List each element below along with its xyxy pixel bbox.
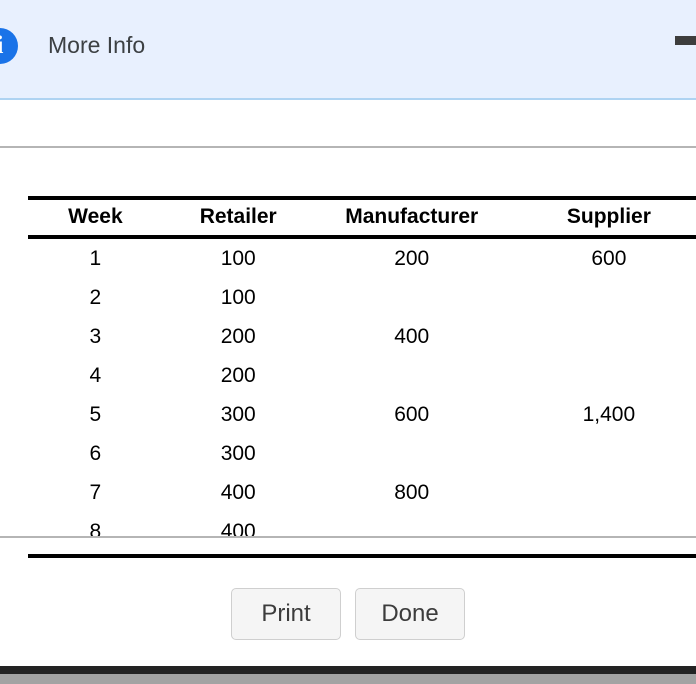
table-row: 4 200 bbox=[28, 356, 696, 395]
table-header-row: Week Retailer Manufacturer Supplier bbox=[28, 196, 696, 239]
cell-week: 8 bbox=[28, 512, 163, 558]
column-header-week: Week bbox=[28, 196, 163, 239]
cell-supplier: 1,400 bbox=[582, 403, 636, 426]
minimize-button[interactable] bbox=[675, 36, 696, 45]
cell-retailer: 400 bbox=[162, 512, 314, 558]
cell-supplier bbox=[510, 434, 696, 473]
table-row: 5 300 600 1,400 bbox=[28, 395, 696, 434]
table-row: 1 100 200 600 bbox=[28, 237, 696, 278]
cell-week: 6 bbox=[89, 442, 102, 465]
more-info-header: i More Info bbox=[0, 0, 696, 100]
done-button[interactable]: Done bbox=[355, 588, 465, 640]
cell-manufacturer bbox=[314, 434, 510, 473]
cell-manufacturer bbox=[314, 356, 510, 395]
cell-retailer: 100 bbox=[220, 247, 256, 270]
table-row: 7 400 800 bbox=[28, 473, 696, 512]
cell-supplier bbox=[510, 278, 696, 317]
window-bottom-bar bbox=[0, 666, 696, 674]
cell-supplier bbox=[510, 356, 696, 395]
cell-manufacturer: 800 bbox=[394, 481, 430, 504]
info-icon-glyph: i bbox=[0, 28, 18, 64]
column-header-supplier: Supplier bbox=[509, 196, 696, 239]
content-bottom-divider bbox=[0, 536, 696, 538]
cell-retailer: 300 bbox=[220, 403, 256, 426]
info-circle-icon: i bbox=[0, 28, 18, 64]
desktop-background-strip bbox=[0, 674, 696, 684]
column-header-manufacturer: Manufacturer bbox=[313, 196, 510, 239]
cell-week: 2 bbox=[89, 286, 102, 309]
cell-supplier bbox=[510, 317, 696, 356]
cell-retailer: 400 bbox=[220, 481, 256, 504]
order-quantity-table: Week Retailer Manufacturer Supplier 1 100… bbox=[28, 196, 696, 558]
cell-week: 1 bbox=[89, 247, 102, 270]
dialog-button-bar: Print Done bbox=[0, 588, 696, 640]
cell-week: 4 bbox=[89, 364, 102, 387]
table-row: 6 300 bbox=[28, 434, 696, 473]
cell-supplier bbox=[510, 473, 696, 512]
cell-week: 5 bbox=[89, 403, 102, 426]
cell-retailer: 200 bbox=[220, 325, 256, 348]
page-title: More Info bbox=[48, 32, 146, 58]
cell-week: 7 bbox=[89, 481, 102, 504]
cell-week: 3 bbox=[89, 325, 102, 348]
cell-manufacturer bbox=[314, 278, 510, 317]
table-row: 3 200 400 bbox=[28, 317, 696, 356]
cell-retailer: 100 bbox=[220, 286, 256, 309]
cell-manufacturer bbox=[313, 512, 510, 558]
cell-supplier bbox=[509, 512, 696, 558]
cell-retailer: 200 bbox=[220, 364, 256, 387]
column-header-retailer: Retailer bbox=[162, 196, 314, 239]
cell-supplier: 600 bbox=[591, 247, 627, 270]
table-row: 2 100 bbox=[28, 278, 696, 317]
more-info-table-container: Week Retailer Manufacturer Supplier 1 100… bbox=[28, 196, 696, 558]
cell-retailer: 300 bbox=[220, 442, 256, 465]
print-button[interactable]: Print bbox=[231, 588, 341, 640]
cell-manufacturer: 600 bbox=[394, 403, 430, 426]
cell-manufacturer: 200 bbox=[394, 247, 430, 270]
table-row: 8 400 bbox=[28, 512, 696, 558]
cell-manufacturer: 400 bbox=[394, 325, 430, 348]
content-top-divider bbox=[0, 146, 696, 148]
